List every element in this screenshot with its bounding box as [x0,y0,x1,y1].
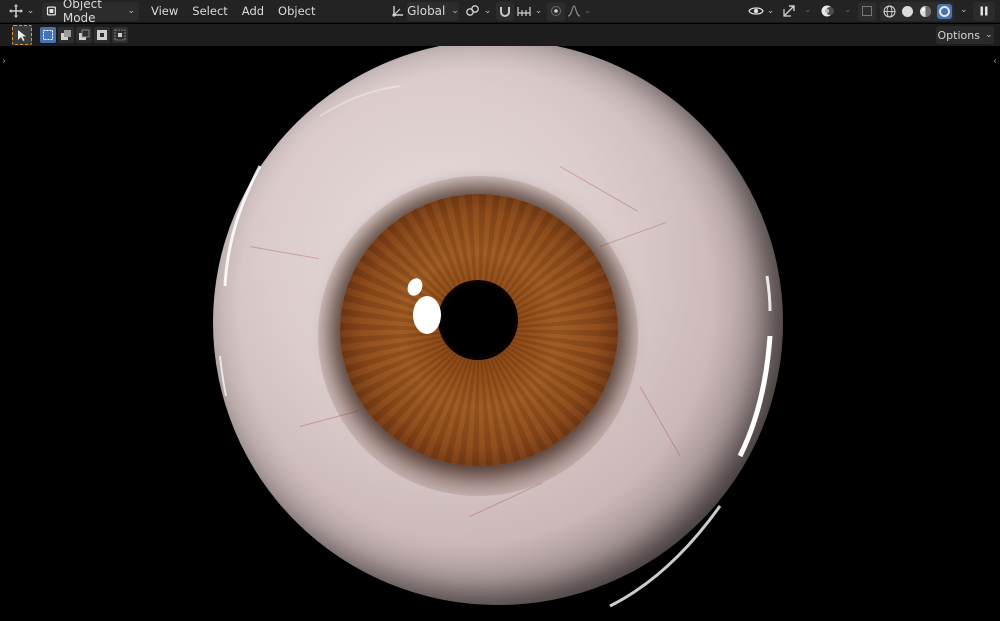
pause-render-button[interactable] [973,1,995,21]
shading-material-button[interactable] [919,5,932,18]
orientation-label: Global [407,4,446,18]
solid-sphere-icon [901,6,913,17]
snap-toggle[interactable] [496,1,514,21]
header-menus: View Select Add Object [144,4,323,18]
orientation-axes-icon [392,6,403,17]
select-mode-subtract[interactable] [76,27,92,43]
chevron-down-icon[interactable]: ⌄ [844,5,852,15]
sidebar-region-toggle[interactable]: ‹ [993,56,997,67]
3d-viewport[interactable]: › ‹ [0,46,1000,621]
mode-label: Object Mode [62,0,102,25]
chevron-down-icon: ⌄ [984,30,993,40]
snap-increment-icon [517,7,531,16]
menu-view[interactable]: View [144,4,185,18]
xray-icon [862,6,872,16]
shading-options-chevron-icon[interactable]: ⌄ [960,5,968,15]
select-new-icon [43,30,53,40]
editor-type-button[interactable]: ⌄ [6,2,36,21]
material-preview-icon [919,6,931,17]
pause-icon [980,6,988,16]
select-extend-icon [61,30,71,40]
cornea-rim-glints [219,85,773,608]
move-gizmo-icon [8,4,23,18]
falloff-dropdown[interactable]: ⌄ [566,2,592,21]
options-dropdown[interactable]: Options ⌄ [936,26,994,44]
shading-rendered-button[interactable] [936,4,952,19]
select-mode-difference[interactable] [94,27,110,43]
options-label: Options [937,28,980,42]
select-mode-intersect[interactable] [112,27,128,43]
chevron-down-icon: ⌄ [483,6,492,16]
select-intersect-icon [114,29,126,41]
chevron-down-icon: ⌄ [583,6,592,16]
overlay-toggle[interactable] [818,2,838,21]
select-cursor-icon [18,30,26,41]
transform-orientation-icon-button[interactable] [388,2,408,21]
link-icon [465,5,479,16]
visibility-dropdown[interactable]: ⌄ [746,2,776,21]
transform-orientation-dropdown[interactable]: Global ⌄ [407,1,459,21]
chevron-down-icon: ⌄ [766,6,775,16]
overlay-circles-icon [821,5,834,17]
blender-window: ⌄ Object Mode ⌄ View Select Add Object G… [0,0,1000,621]
shading-wireframe-button[interactable] [883,5,896,18]
chevron-down-icon[interactable]: ⌄ [804,5,812,15]
chevron-down-icon: ⌄ [26,6,35,16]
wireframe-sphere-icon [883,5,895,18]
shading-mode-group [880,2,954,21]
pivot-point-dropdown[interactable]: ⌄ [464,2,492,21]
magnet-icon [500,7,510,17]
eye-icon [747,7,764,15]
menu-object[interactable]: Object [271,4,322,18]
xray-toggle[interactable] [858,1,876,21]
chevron-down-icon: ⌄ [534,6,543,16]
rendered-sphere-icon [938,6,950,17]
tool-settings-bar: Options ⌄ [0,24,1000,46]
menu-select[interactable]: Select [185,4,234,18]
viewport-header: ⌄ Object Mode ⌄ View Select Add Object G… [0,0,1000,25]
active-tool-button[interactable] [12,25,32,45]
mode-dropdown[interactable]: Object Mode ⌄ [42,0,139,25]
chevron-down-icon: ⌄ [451,6,459,16]
shading-solid-button[interactable] [901,5,914,18]
toolbar-region-toggle[interactable]: › [2,56,6,67]
gizmo-arrow-icon [783,5,795,17]
menu-add[interactable]: Add [235,4,271,18]
proportional-edit-toggle[interactable] [547,1,565,21]
chevron-down-icon: ⌄ [127,6,135,16]
object-mode-icon [46,6,56,16]
select-subtract-icon [79,29,90,40]
gizmo-toggle[interactable] [779,2,799,21]
select-mode-new[interactable] [40,27,56,43]
falloff-curve-icon [567,5,580,17]
proportional-edit-icon [551,6,561,16]
select-difference-icon [97,30,107,40]
snap-target-dropdown[interactable]: ⌄ [515,2,543,21]
select-mode-extend[interactable] [58,27,74,43]
